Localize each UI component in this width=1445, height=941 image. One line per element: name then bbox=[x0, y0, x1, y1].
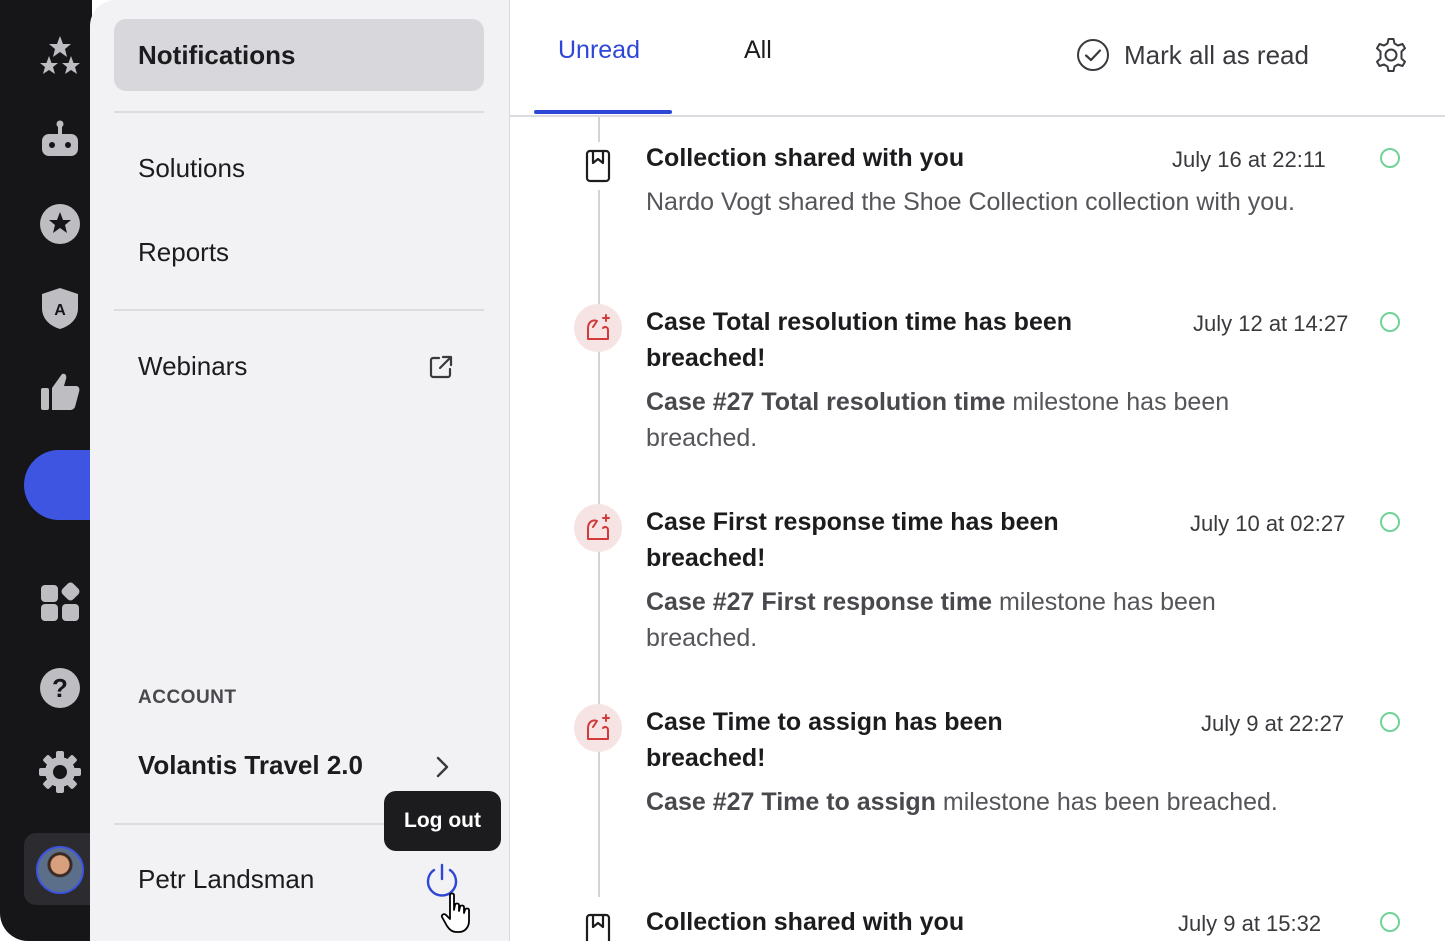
svg-text:?: ? bbox=[52, 673, 68, 703]
sidebar-item-reports[interactable]: Reports bbox=[114, 216, 484, 288]
notification-title: Collection shared with you bbox=[646, 908, 965, 936]
chevron-right-icon[interactable] bbox=[430, 754, 454, 780]
mark-all-read-label: Mark all as read bbox=[1124, 39, 1309, 70]
notification-body: Case #27 Time to assign milestone has be… bbox=[646, 784, 1326, 820]
unread-dot[interactable] bbox=[1380, 148, 1400, 168]
favorites-icon[interactable] bbox=[36, 200, 84, 248]
admin-shield-icon[interactable]: A bbox=[36, 284, 84, 332]
notification-body-bold: Case #27 Total resolution time bbox=[646, 388, 1006, 416]
notification-body-bold: Case #27 First response time bbox=[646, 588, 992, 616]
notification-title: Case First response time has been breach… bbox=[646, 508, 1059, 572]
notification-body: Case #27 First response time milestone h… bbox=[646, 584, 1326, 656]
sidebar-item-solutions[interactable]: Solutions bbox=[114, 132, 484, 204]
active-tab-indicator bbox=[534, 110, 672, 114]
account-section-label: ACCOUNT bbox=[138, 687, 237, 708]
notification-time: July 16 at 22:11 bbox=[1172, 147, 1326, 172]
external-link-icon bbox=[429, 355, 453, 379]
notification-title: Case Total resolution time has been brea… bbox=[646, 308, 1073, 372]
logout-tooltip: Log out bbox=[384, 791, 501, 851]
notification-title: Collection shared with you bbox=[646, 144, 965, 172]
sidebar-item-label: Webinars bbox=[138, 350, 248, 381]
notification-body-text: Nardo Vogt shared the Shoe Collection co… bbox=[646, 188, 1295, 216]
stars-icon[interactable] bbox=[36, 32, 84, 80]
gear-icon[interactable] bbox=[1372, 36, 1410, 74]
notification-body-text: milestone has been breached. bbox=[935, 788, 1278, 816]
notifications-header: Unread All Mark all as read bbox=[510, 0, 1445, 117]
help-icon[interactable]: ? bbox=[36, 664, 84, 712]
settings-icon[interactable] bbox=[36, 748, 84, 796]
tab-all[interactable]: All bbox=[744, 36, 772, 65]
notification-time: July 9 at 22:27 bbox=[1201, 711, 1345, 736]
unread-dot[interactable] bbox=[1380, 712, 1400, 732]
notification-time: July 10 at 02:27 bbox=[1190, 511, 1346, 536]
divider bbox=[114, 111, 484, 113]
notification-time: July 12 at 14:27 bbox=[1193, 311, 1349, 336]
divider bbox=[114, 309, 484, 311]
bookmark-icon bbox=[574, 142, 622, 190]
notification-time: July 9 at 15:32 bbox=[1178, 911, 1322, 936]
hand-cursor-icon bbox=[440, 892, 470, 933]
bookmark-icon bbox=[574, 906, 622, 941]
notification-body: Case #27 Total resolution time milestone… bbox=[646, 384, 1326, 456]
unread-dot[interactable] bbox=[1380, 312, 1400, 332]
user-name: Petr Landsman bbox=[138, 864, 315, 894]
sidebar-item-label: Notifications bbox=[138, 39, 296, 70]
avatar[interactable] bbox=[36, 846, 84, 894]
unread-dot[interactable] bbox=[1380, 912, 1400, 932]
alarm-icon bbox=[574, 704, 622, 752]
robot-icon[interactable] bbox=[36, 116, 84, 164]
sidebar-item-label: Reports bbox=[138, 236, 230, 267]
sidebar-item-label: Solutions bbox=[138, 152, 245, 183]
unread-dot[interactable] bbox=[1380, 512, 1400, 532]
check-circle-icon bbox=[1077, 39, 1109, 71]
app-rail: A ? bbox=[0, 0, 114, 941]
alarm-icon bbox=[574, 504, 622, 552]
sidebar-item-notifications[interactable]: Notifications bbox=[114, 19, 484, 91]
notification-title: Case Time to assign has been breached! bbox=[646, 708, 1003, 772]
apps-icon[interactable] bbox=[36, 580, 84, 628]
notification-body-bold: Case #27 Time to assign bbox=[646, 788, 936, 816]
mark-all-read-button[interactable]: Mark all as read bbox=[1076, 38, 1309, 72]
notification-body: Nardo Vogt shared the Shoe Collection co… bbox=[646, 184, 1326, 220]
alarm-icon bbox=[574, 304, 622, 352]
account-name[interactable]: Volantis Travel 2.0 bbox=[138, 750, 363, 781]
thumbs-up-icon[interactable] bbox=[36, 368, 84, 416]
tab-unread[interactable]: Unread bbox=[558, 36, 640, 65]
svg-text:A: A bbox=[54, 302, 66, 319]
